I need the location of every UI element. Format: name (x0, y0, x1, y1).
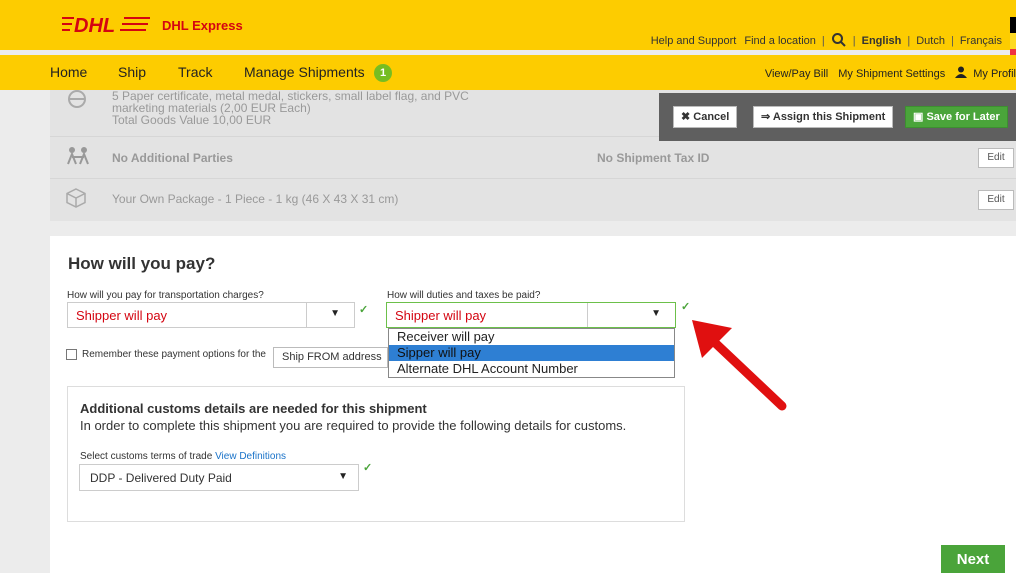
customs-label: Select customs terms of trade (80, 451, 213, 462)
duties-label: How will duties and taxes be paid? (387, 290, 541, 301)
duties-payment-select[interactable]: Shipper will pay ▼ (386, 302, 676, 328)
terms-value: DDP - Delivered Duty Paid (90, 471, 232, 485)
transport-value: Shipper will pay (76, 308, 168, 323)
my-profile-link[interactable]: My Profil (973, 68, 1016, 80)
shipment-settings-link[interactable]: My Shipment Settings (838, 68, 945, 80)
duties-dropdown-list: Receiver will pay Sipper will pay Altern… (388, 328, 675, 378)
additional-parties: No Additional Parties (112, 151, 233, 165)
nav-home[interactable]: Home (50, 64, 87, 80)
select-arrow-area: ▼ (306, 303, 354, 327)
customs-label-row: Select customs terms of trade View Defin… (80, 451, 286, 462)
separator: | (821, 35, 825, 47)
package-icon (66, 188, 86, 213)
package-row: Your Own Package - 1 Piece - 1 kg (46 X … (50, 188, 1016, 218)
separator: | (907, 35, 911, 47)
customs-text: In order to complete this shipment you a… (80, 418, 627, 433)
assign-label: Assign this Shipment (772, 111, 886, 123)
transport-payment-select[interactable]: Shipper will pay ▼ (67, 302, 355, 328)
red-arrow-icon (692, 320, 787, 411)
help-link[interactable]: Help and Support (651, 35, 737, 47)
cancel-button[interactable]: ✖ Cancel (673, 106, 738, 128)
divider (50, 178, 1016, 179)
valid-check-icon: ✓ (363, 462, 373, 474)
separator: | (950, 35, 954, 47)
brand-name: DHL Express (162, 18, 243, 33)
main-nav: Home Ship Track Manage Shipments 1 View/… (0, 55, 1016, 90)
cancel-label: Cancel (693, 111, 730, 123)
cancel-icon: ✖ (681, 111, 691, 123)
view-definitions-link[interactable]: View Definitions (215, 451, 286, 462)
nav-right: View/Pay Bill My Shipment Settings My Pr… (755, 66, 1016, 81)
top-bar: DHL DHL Express Help and Support Find a … (0, 0, 1016, 65)
payment-heading: How will you pay? (68, 254, 216, 273)
separator: | (852, 35, 856, 47)
goods-total: Total Goods Value 10,00 EUR (112, 113, 272, 127)
select-arrow-area: ▼ (587, 303, 675, 327)
language-french[interactable]: Français (960, 35, 1002, 47)
dhl-logo[interactable]: DHL (62, 15, 150, 37)
nav-track[interactable]: Track (178, 64, 212, 80)
dropdown-option[interactable]: Alternate DHL Account Number (389, 361, 674, 377)
save-label: Save for Later (926, 111, 1000, 123)
user-icon (955, 66, 968, 81)
package-details: Your Own Package - 1 Piece - 1 kg (46 X … (112, 192, 399, 206)
nav-ship[interactable]: Ship (118, 64, 146, 80)
goods-icon (66, 88, 88, 115)
valid-check-icon: ✓ (681, 301, 691, 313)
find-location-link[interactable]: Find a location (744, 35, 816, 47)
svg-text:DHL: DHL (74, 15, 115, 37)
address-select[interactable]: Ship FROM address (273, 347, 388, 368)
remember-options: Remember these payment options for the (66, 349, 266, 360)
assign-icon: ⇒ (761, 111, 771, 123)
duties-value: Shipper will pay (395, 308, 487, 323)
save-icon: ▣ (913, 111, 924, 123)
view-pay-bill-link[interactable]: View/Pay Bill (765, 68, 828, 80)
action-bar: ✖ Cancel ⇒ Assign this Shipment ▣ Save f… (659, 93, 1016, 141)
nav-manage-shipments[interactable]: Manage Shipments (244, 64, 365, 80)
dropdown-option-highlighted[interactable]: Sipper will pay (389, 345, 674, 361)
chevron-down-icon: ▼ (651, 308, 661, 319)
save-for-later-button[interactable]: ▣ Save for Later (905, 106, 1008, 128)
edit-parties-button[interactable]: Edit (978, 148, 1014, 168)
transport-label: How will you pay for transportation char… (67, 290, 264, 301)
terms-of-trade-select[interactable]: DDP - Delivered Duty Paid ▼ (79, 464, 359, 491)
language-english[interactable]: English (862, 35, 902, 47)
chevron-down-icon: ▼ (338, 471, 348, 482)
remember-checkbox[interactable] (66, 349, 77, 360)
customs-title: Additional customs details are needed fo… (80, 401, 427, 416)
language-dutch[interactable]: Dutch (916, 35, 945, 47)
assign-shipment-button[interactable]: ⇒ Assign this Shipment (753, 106, 894, 128)
edit-package-button[interactable]: Edit (978, 190, 1014, 210)
dropdown-option[interactable]: Receiver will pay (389, 329, 674, 345)
next-button[interactable]: Next (941, 545, 1005, 573)
remember-label: Remember these payment options for the (82, 349, 266, 360)
notification-badge: 1 (374, 64, 392, 82)
tax-id: No Shipment Tax ID (597, 151, 710, 165)
search-icon[interactable] (831, 32, 847, 51)
parties-row: No Additional Parties No Shipment Tax ID… (50, 146, 1016, 180)
chevron-down-icon: ▼ (330, 308, 340, 319)
valid-check-icon: ✓ (359, 304, 369, 316)
parties-icon (66, 146, 92, 171)
